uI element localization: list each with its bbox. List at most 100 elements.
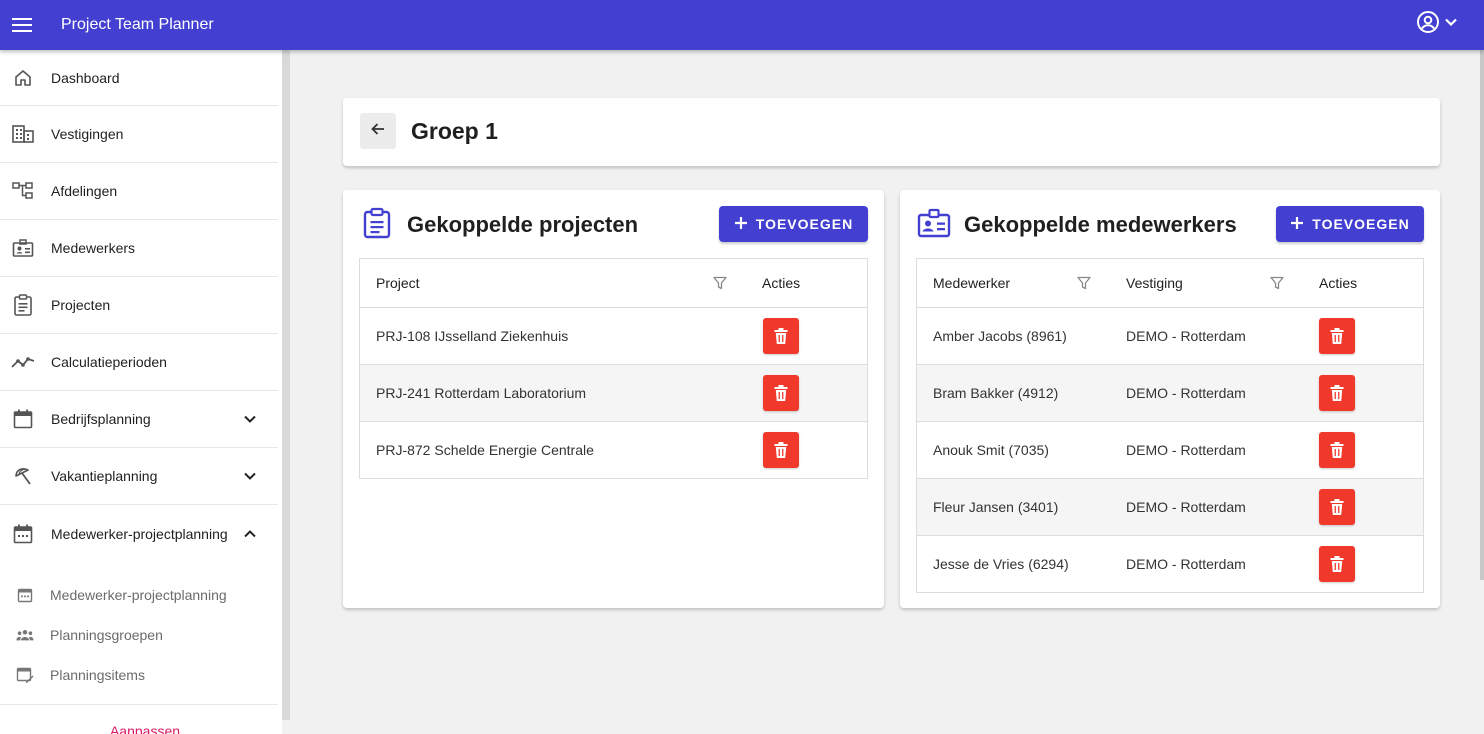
- user-menu[interactable]: [1416, 10, 1458, 38]
- building-icon: [11, 122, 35, 146]
- calendar-icon: [11, 407, 35, 431]
- calendar-edit-icon: [16, 666, 34, 684]
- beach-umbrella-icon: [11, 464, 35, 488]
- location-cell: DEMO - Rotterdam: [1126, 385, 1246, 401]
- back-button[interactable]: [360, 113, 396, 149]
- trash-icon: [774, 385, 788, 401]
- sidebar-item-afdelingen[interactable]: Afdelingen: [0, 163, 278, 220]
- sidebar-item-vestigingen[interactable]: Vestigingen: [0, 106, 278, 163]
- customize-link[interactable]: Aanpassen: [0, 723, 282, 734]
- add-employee-button[interactable]: TOEVOEGEN: [1276, 206, 1424, 242]
- sidebar-item-label: Projecten: [51, 297, 111, 313]
- hamburger-menu-icon[interactable]: [2, 0, 42, 50]
- filter-icon[interactable]: [712, 275, 728, 291]
- employee-name-cell: Jesse de Vries (6294): [933, 556, 1069, 572]
- trash-icon: [774, 442, 788, 458]
- sidebar-subitem-label: Planningsitems: [50, 667, 145, 683]
- table-row: PRJ-241 Rotterdam Laboratorium: [360, 365, 867, 422]
- sidebar-item-vakantieplanning[interactable]: Vakantieplanning: [0, 448, 278, 505]
- trash-icon: [1330, 556, 1344, 572]
- delete-button[interactable]: [763, 318, 799, 354]
- plus-icon: [1290, 216, 1304, 233]
- employee-name-cell: Fleur Jansen (3401): [933, 499, 1059, 515]
- trash-icon: [1330, 499, 1344, 515]
- org-chart-icon: [11, 179, 35, 203]
- id-badge-icon: [917, 206, 951, 240]
- table-row: PRJ-872 Schelde Energie Centrale: [360, 422, 867, 478]
- location-cell: DEMO - Rotterdam: [1126, 499, 1246, 515]
- trash-icon: [1330, 328, 1344, 344]
- sidebar-submenu: Medewerker-projectplanning Planningsgroe…: [0, 562, 278, 705]
- sidebar-scrollbar[interactable]: [282, 50, 290, 720]
- delete-button[interactable]: [1319, 375, 1355, 411]
- projects-table: Project Acties PRJ-108 IJsselland Zieken…: [359, 258, 868, 479]
- sidebar-item-calculatieperioden[interactable]: Calculatieperioden: [0, 334, 278, 391]
- sidebar-subitem-label: Planningsgroepen: [50, 627, 163, 643]
- filter-icon[interactable]: [1076, 275, 1092, 291]
- calendar-icon: [11, 522, 35, 546]
- clipboard-icon: [11, 293, 35, 317]
- sidebar-subitem-medewerker-projectplanning[interactable]: Medewerker-projectplanning: [0, 575, 278, 615]
- page-header-card: Groep 1: [343, 98, 1440, 166]
- filter-icon[interactable]: [1269, 275, 1285, 291]
- table-row: PRJ-108 IJsselland Ziekenhuis: [360, 308, 867, 365]
- sidebar-subitem-planningsitems[interactable]: Planningsitems: [0, 655, 278, 695]
- home-icon: [11, 66, 35, 90]
- column-header-vestiging: Vestiging: [1126, 275, 1183, 291]
- employees-table: Medewerker Vestiging Acties Amber Jacobs…: [916, 258, 1424, 593]
- table-row: Bram Bakker (4912) DEMO - Rotterdam: [917, 365, 1423, 422]
- table-header: Project Acties: [360, 259, 867, 308]
- employee-name-cell: Anouk Smit (7035): [933, 442, 1049, 458]
- sidebar-item-projecten[interactable]: Projecten: [0, 277, 278, 334]
- sidebar-subitem-planningsgroepen[interactable]: Planningsgroepen: [0, 615, 278, 655]
- card-title: Gekoppelde medewerkers: [964, 212, 1237, 237]
- add-button-label: TOEVOEGEN: [1312, 216, 1410, 232]
- arrow-left-icon: [370, 121, 386, 142]
- column-header-acties: Acties: [1319, 275, 1358, 291]
- delete-button[interactable]: [1319, 546, 1355, 582]
- clipboard-icon: [360, 206, 394, 240]
- add-project-button[interactable]: TOEVOEGEN: [719, 206, 868, 242]
- top-app-bar: Project Team Planner: [0, 0, 1484, 50]
- delete-button[interactable]: [1319, 318, 1355, 354]
- chevron-down-icon[interactable]: [242, 468, 258, 484]
- calendar-icon: [16, 586, 34, 604]
- table-row: Jesse de Vries (6294) DEMO - Rotterdam: [917, 536, 1423, 592]
- sidebar-item-bedrijfsplanning[interactable]: Bedrijfsplanning: [0, 391, 278, 448]
- page-scrollbar[interactable]: [1480, 50, 1484, 580]
- sidebar-item-medewerkers[interactable]: Medewerkers: [0, 220, 278, 277]
- location-cell: DEMO - Rotterdam: [1126, 328, 1246, 344]
- delete-button[interactable]: [1319, 432, 1355, 468]
- sidebar-subitem-label: Medewerker-projectplanning: [50, 587, 227, 603]
- sidebar-item-dashboard[interactable]: Dashboard: [0, 50, 278, 106]
- card-title: Gekoppelde projecten: [407, 212, 639, 237]
- table-header: Medewerker Vestiging Acties: [917, 259, 1423, 308]
- sidebar-item-label: Bedrijfsplanning: [51, 411, 151, 427]
- chevron-down-icon[interactable]: [242, 411, 258, 427]
- delete-button[interactable]: [763, 375, 799, 411]
- account-circle-icon: [1416, 10, 1440, 39]
- trash-icon: [1330, 442, 1344, 458]
- table-row: Anouk Smit (7035) DEMO - Rotterdam: [917, 422, 1423, 479]
- sidebar-item-label: Afdelingen: [51, 183, 118, 199]
- sidebar-item-label: Dashboard: [51, 69, 120, 86]
- plus-icon: [734, 216, 748, 233]
- project-cell: PRJ-241 Rotterdam Laboratorium: [376, 385, 587, 401]
- table-row: Amber Jacobs (8961) DEMO - Rotterdam: [917, 308, 1423, 365]
- group-icon: [16, 626, 34, 644]
- chevron-up-icon[interactable]: [242, 526, 258, 542]
- column-header-project: Project: [376, 275, 420, 291]
- add-button-label: TOEVOEGEN: [755, 216, 854, 232]
- employee-name-cell: Bram Bakker (4912): [933, 385, 1059, 401]
- trash-icon: [774, 328, 788, 344]
- trending-line-icon: [11, 350, 35, 374]
- delete-button[interactable]: [763, 432, 799, 468]
- column-header-medewerker: Medewerker: [933, 275, 1011, 291]
- sidebar-item-medewerker-projectplanning[interactable]: Medewerker-projectplanning: [0, 505, 278, 562]
- sidebar-item-label: Medewerker-projectplanning: [51, 525, 228, 542]
- sidebar-item-label: Calculatieperioden: [51, 354, 167, 370]
- sidebar-item-label: Vestigingen: [51, 126, 124, 142]
- sidebar: Dashboard Vestigingen Afdelingen Medewer…: [0, 50, 282, 734]
- location-cell: DEMO - Rotterdam: [1126, 556, 1246, 572]
- delete-button[interactable]: [1319, 489, 1355, 525]
